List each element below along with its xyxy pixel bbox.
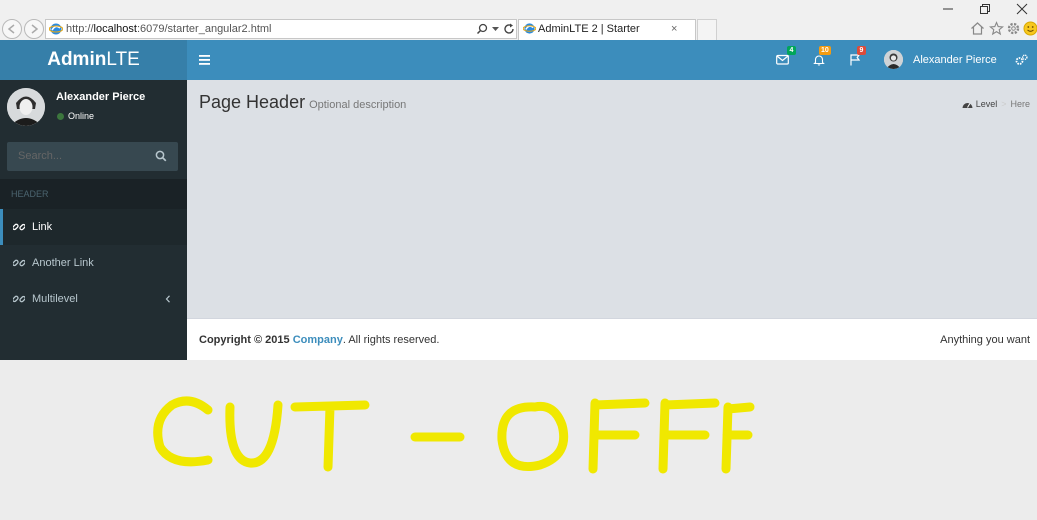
- content-wrapper: Page Header Optional description Level > He…: [187, 80, 1037, 318]
- browser-tab[interactable]: AdminLTE 2 | Starter ×: [518, 19, 696, 40]
- breadcrumb-separator: >: [1001, 99, 1007, 109]
- arrow-right-icon: [31, 24, 39, 34]
- chevron-left-icon: [165, 295, 170, 303]
- content-header: Page Header Optional description: [199, 92, 406, 113]
- sidebar-user-name: Alexander Pierce: [56, 91, 146, 103]
- top-navbar: 4 10 9 Alexander Pierce: [187, 40, 1037, 80]
- gear-icon[interactable]: [1006, 21, 1021, 36]
- link-icon: [13, 223, 25, 231]
- sidebar-item-another-link[interactable]: Another Link: [0, 245, 187, 281]
- smiley-feedback-icon[interactable]: [1023, 21, 1037, 36]
- user-menu-name[interactable]: Alexander Pierce: [913, 40, 997, 80]
- user-photo-icon: [7, 88, 45, 126]
- mail-count-badge: 4: [787, 46, 796, 55]
- main-footer: Copyright © 2015 Company. All rights res…: [187, 318, 1037, 360]
- restore-icon[interactable]: [978, 2, 992, 16]
- logo-bold-text: Admin: [47, 49, 107, 70]
- online-status-icon: [57, 113, 64, 120]
- link-icon: [13, 259, 25, 267]
- notification-count-badge: 10: [819, 46, 831, 55]
- sidebar-item-label: Multilevel: [32, 293, 78, 305]
- sidebar-item-label: Another Link: [32, 257, 94, 269]
- breadcrumb-current: Here: [1010, 99, 1030, 109]
- dashboard-icon: [962, 103, 973, 109]
- copyright-text: Copyright © 2015: [199, 334, 293, 346]
- ie-page-icon: [523, 23, 536, 34]
- sidebar-item-multilevel[interactable]: Multilevel: [0, 281, 187, 317]
- cut-off-handwritten-annotation: [153, 396, 755, 474]
- sidebar-item-link[interactable]: Link: [0, 209, 187, 245]
- sidebar-user-status[interactable]: Online: [68, 111, 94, 121]
- sidebar-search-form: Search...: [7, 142, 178, 171]
- sidebar-item-label: Link: [32, 221, 53, 233]
- rights-text: . All rights reserved.: [342, 334, 440, 346]
- page-description: Optional description: [309, 99, 407, 111]
- browser-toolbar: http://localhost:6079/starter_angular2.h…: [0, 0, 1037, 40]
- refresh-icon[interactable]: [503, 23, 515, 35]
- envelope-icon[interactable]: [776, 54, 789, 65]
- address-bar[interactable]: http://localhost:6079/starter_angular2.h…: [45, 19, 517, 39]
- tab-title: AdminLTE 2 | Starter: [538, 23, 640, 35]
- avatar[interactable]: [884, 50, 903, 69]
- home-icon[interactable]: [970, 21, 985, 36]
- user-photo-icon: [884, 50, 903, 69]
- search-icon[interactable]: [476, 23, 488, 35]
- new-tab-button[interactable]: [697, 19, 717, 40]
- logo-light-text: LTE: [106, 49, 140, 70]
- sidebar-toggle-icon[interactable]: [199, 55, 210, 65]
- control-sidebar-gears-icon[interactable]: [1015, 54, 1028, 66]
- page-title: Page Header: [199, 92, 306, 112]
- footer-copyright: Copyright © 2015 Company. All rights res…: [199, 319, 439, 361]
- tab-close-button[interactable]: ×: [671, 20, 677, 39]
- company-link[interactable]: Company: [293, 334, 343, 346]
- url-text: http://localhost:6079/starter_angular2.h…: [66, 23, 272, 35]
- link-icon: [13, 295, 25, 303]
- forward-button[interactable]: [24, 19, 44, 39]
- breadcrumb: Level > Here: [962, 99, 1030, 109]
- flag-icon[interactable]: [849, 54, 861, 66]
- favorites-star-icon[interactable]: [989, 21, 1004, 36]
- breadcrumb-level-link[interactable]: Level: [976, 99, 998, 109]
- task-count-badge: 9: [857, 46, 866, 55]
- main-sidebar: Alexander Pierce Online Search... HEADER…: [0, 80, 187, 360]
- ie-page-icon: [49, 23, 63, 35]
- avatar: [7, 88, 45, 126]
- logo[interactable]: AdminLTE: [0, 40, 187, 80]
- sidebar-header-label: HEADER: [11, 189, 49, 199]
- sidebar-search-input[interactable]: Search...: [18, 142, 62, 171]
- footer-right-text: Anything you want: [940, 334, 1030, 346]
- dropdown-arrow-icon[interactable]: [492, 26, 499, 32]
- back-button[interactable]: [2, 19, 22, 39]
- bell-icon[interactable]: [813, 54, 825, 66]
- sidebar-section-header: HEADER: [0, 179, 187, 209]
- close-icon[interactable]: [1015, 2, 1029, 16]
- search-icon[interactable]: [155, 150, 167, 162]
- arrow-left-icon: [7, 24, 15, 34]
- minimize-icon[interactable]: [941, 2, 955, 16]
